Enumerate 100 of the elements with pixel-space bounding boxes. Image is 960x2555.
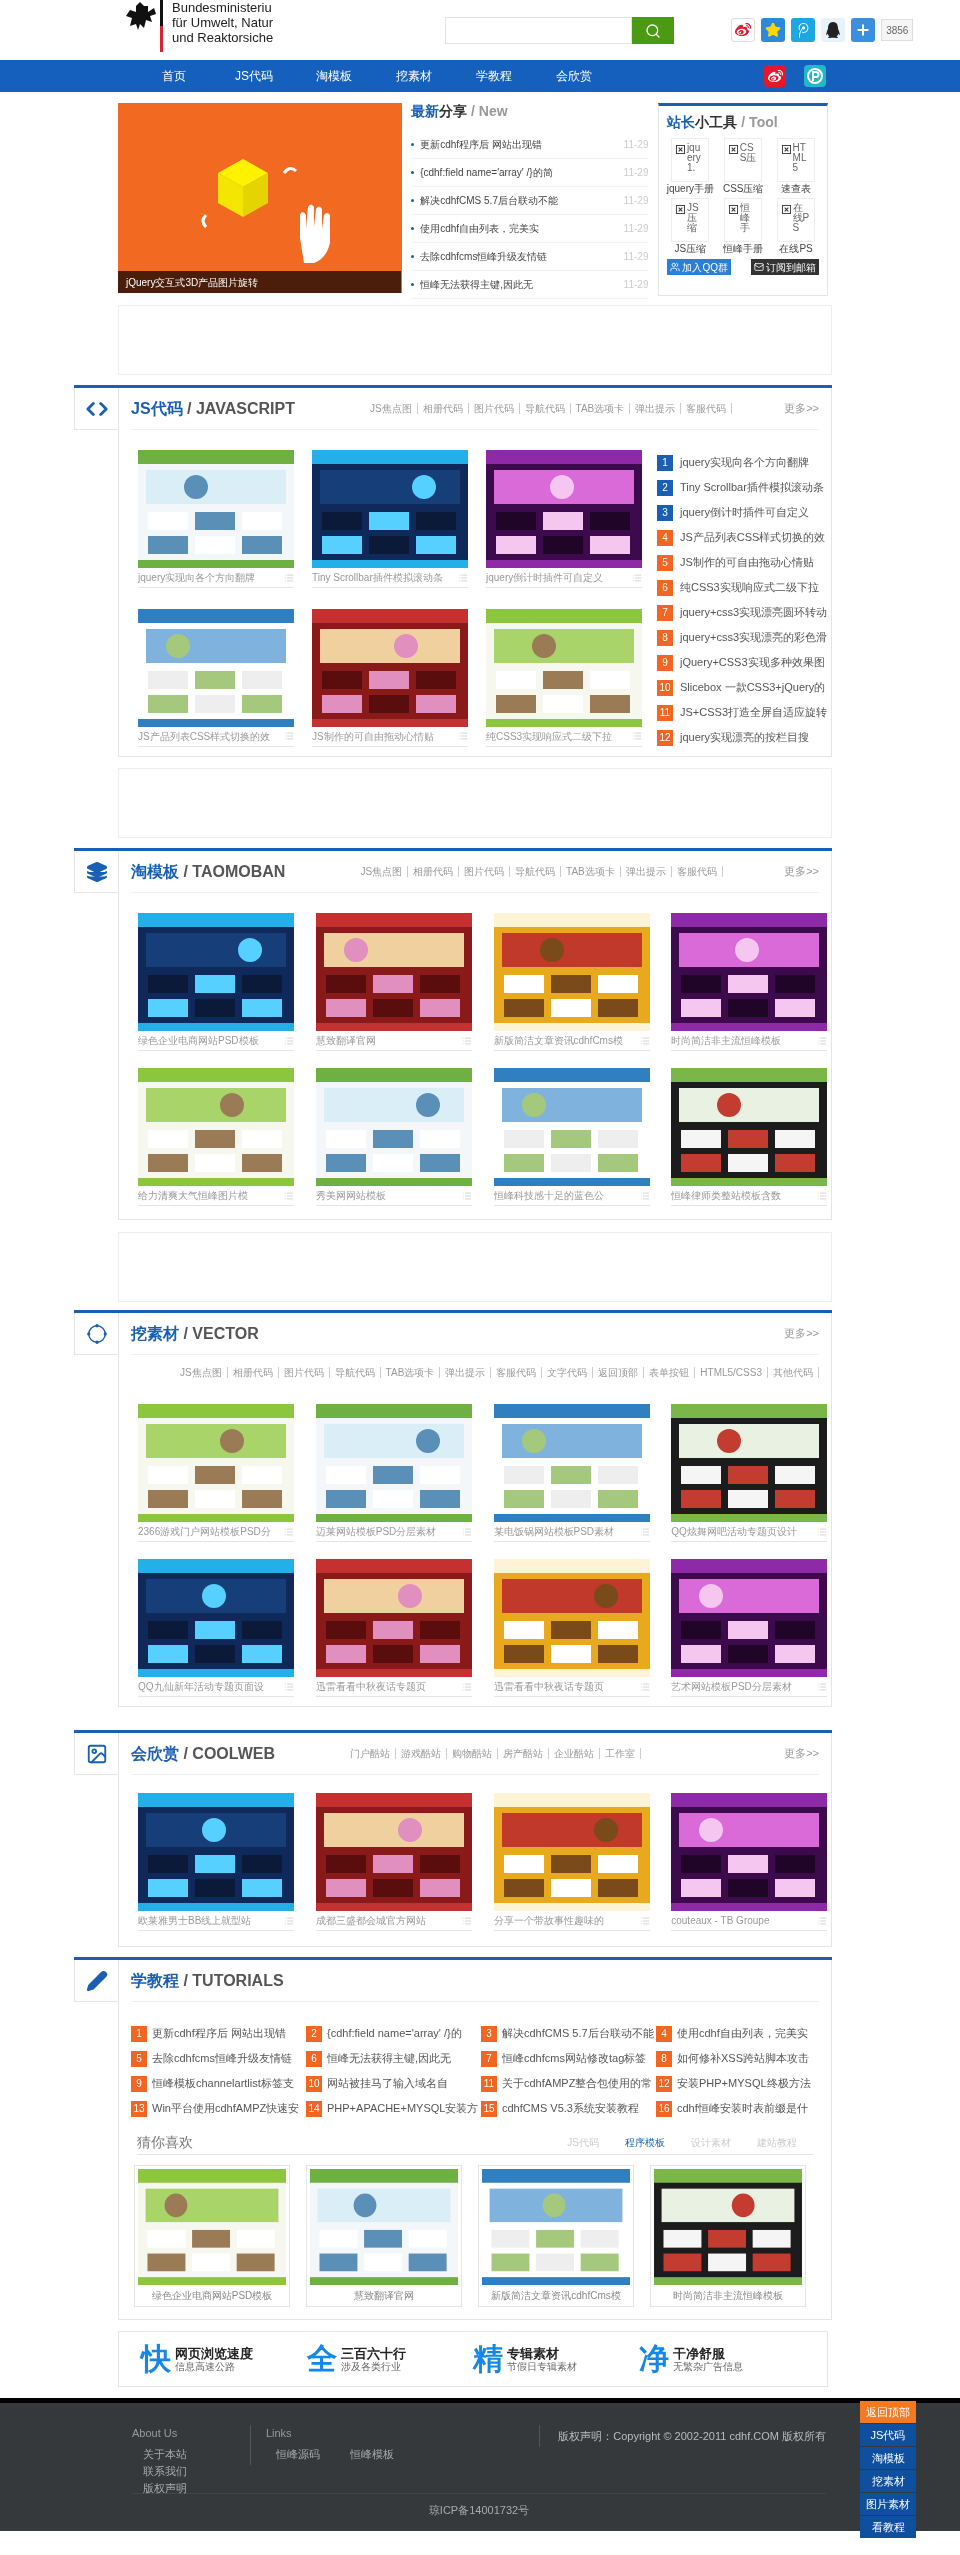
tool-tile[interactable]: 在线PS	[777, 198, 816, 242]
qq-icon[interactable]	[821, 18, 846, 42]
card-title[interactable]: 绿色企业电商网站PSD模板	[151, 2288, 273, 2303]
thumbnail-card[interactable]: 新版简洁文章资讯cdhfCms模	[478, 2165, 634, 2307]
more-link[interactable]: 更多>>	[784, 1745, 819, 1762]
card-title[interactable]: jquery倒计时插件可自定义	[486, 570, 604, 585]
news-link[interactable]: 恒峰无法获得主键,因此无	[420, 277, 533, 292]
more-link[interactable]: 更多>>	[784, 400, 819, 417]
more-link[interactable]: 更多>>	[784, 863, 819, 880]
weibo-icon[interactable]	[731, 18, 756, 42]
thumbnail-card[interactable]: 时尚简洁非主流恒峰模板	[650, 2165, 806, 2307]
news-link[interactable]: 更新cdhf程序后 网站出现错	[420, 137, 542, 152]
tool-tile[interactable]: jquery1.	[671, 138, 710, 182]
tool-tile[interactable]: JS压缩	[671, 198, 710, 242]
tag-link[interactable]: 其他代码	[768, 1367, 819, 1378]
tag-link[interactable]: 客服代码	[491, 1367, 543, 1378]
news-link[interactable]: 使用cdhf自由列表，完美实	[420, 221, 540, 236]
nav-link[interactable]: 首页	[134, 67, 214, 85]
list-link[interactable]: jquery+css3实现漂亮的彩色滑	[680, 629, 827, 646]
list-link[interactable]: jquery实现向各个方向翻牌	[680, 454, 809, 471]
weibo-icon[interactable]	[764, 65, 786, 87]
tag-link[interactable]: JS焦点图	[355, 866, 409, 877]
list-link[interactable]: jquery实现漂亮的按栏目搜	[680, 729, 809, 746]
thumbnail-card[interactable]: 绿色企业电商网站PSD模板	[134, 2165, 290, 2307]
card-title[interactable]: 新版简洁文章资讯cdhfCms模	[493, 1033, 623, 1048]
tag-link[interactable]: TAB选项卡	[570, 403, 631, 414]
tag-link[interactable]: 游戏酷站	[396, 1748, 447, 1759]
card-title[interactable]: 恒峰律师类整站模板含数	[671, 1188, 782, 1203]
tool-label[interactable]: 恒峰手册	[723, 242, 764, 256]
tag-link[interactable]: 导航代码	[510, 866, 562, 877]
list-link[interactable]: Slicebox 一款CSS3+jQuery的	[680, 679, 826, 696]
footer-link[interactable]: 关于本站	[143, 2445, 250, 2463]
footer-link[interactable]: 恒峰源码	[275, 2445, 320, 2462]
tag-link[interactable]: 弹出提示	[440, 1367, 492, 1378]
news-link[interactable]: 解决cdhfCMS 5.7后台联动不能	[420, 193, 558, 208]
side-menu-link[interactable]: 挖素材	[860, 2470, 916, 2492]
tutorial-link[interactable]: cdhf恒峰安装时表前缀是什	[677, 2100, 808, 2117]
more-link[interactable]: 更多>>	[784, 1325, 819, 1342]
card-title[interactable]: JS制作的可自由拖动心情贴	[312, 728, 434, 744]
card-title[interactable]: 时尚简洁非主流恒峰模板	[671, 1033, 782, 1048]
tutorial-link[interactable]: 如何修补XSS跨站脚本攻击	[677, 2050, 809, 2067]
card-title[interactable]: QQ九仙新年活动专题页面设	[138, 1679, 264, 1694]
card-title[interactable]: jquery实现向各个方向翻牌	[138, 570, 256, 585]
tag-link[interactable]: 图片代码	[459, 866, 511, 877]
tool-tile[interactable]: HTML5	[777, 138, 816, 182]
list-link[interactable]: jQuery+CSS3实现多种效果图	[680, 654, 825, 671]
back-to-top-button[interactable]: 返回顶部	[860, 2401, 916, 2423]
side-menu-link[interactable]: 图片素材	[860, 2493, 916, 2515]
tag-link[interactable]: 房产酷站	[498, 1748, 549, 1759]
news-link[interactable]: {cdhf:field name='array' /}的简	[420, 165, 553, 180]
search-button[interactable]	[632, 17, 675, 44]
tag-link[interactable]: 导航代码	[329, 1367, 381, 1378]
tag-link[interactable]: 相册代码	[408, 866, 460, 877]
tag-link[interactable]: JS焦点图	[364, 403, 418, 414]
tag-link[interactable]: JS焦点图	[174, 1367, 228, 1378]
nav-link[interactable]: 淘模板	[294, 67, 374, 85]
tag-link[interactable]: HTML5/CSS3	[695, 1367, 768, 1378]
tool-tile[interactable]: 恒峰手	[724, 198, 763, 242]
plus-icon[interactable]	[851, 18, 876, 42]
card-title[interactable]: couteaux - TB Groupe	[671, 1913, 770, 1928]
tag-link[interactable]: 客服代码	[681, 403, 733, 414]
tag-link[interactable]: TAB选项卡	[380, 1367, 441, 1378]
card-title[interactable]: 2366游戏门户网站模板PSD分	[138, 1524, 271, 1539]
tag-link[interactable]: 图片代码	[278, 1367, 330, 1378]
tool-label[interactable]: 在线PS	[779, 242, 813, 256]
card-title[interactable]: 迅雷看看中秋夜话专题页	[315, 1679, 426, 1694]
list-link[interactable]: jquery+css3实现漂亮圆环转动	[680, 604, 827, 621]
tag-link[interactable]: 导航代码	[519, 403, 571, 414]
card-title[interactable]: 慧致翻译官网	[354, 2288, 414, 2303]
card-title[interactable]: 迈莱网站模板PSD分层素材	[315, 1524, 437, 1539]
tool-label[interactable]: JS压缩	[674, 242, 707, 256]
card-title[interactable]: JS产品列表CSS样式切换的效	[138, 728, 271, 744]
list-link[interactable]: 纯CSS3实现响应式二级下拉	[680, 579, 819, 596]
tutorial-link[interactable]: 使用cdhf自由列表，完美实	[677, 2025, 808, 2042]
tutorial-link[interactable]: 恒峰cdhfcms网站修改tag标签	[502, 2050, 647, 2067]
tutorial-link[interactable]: cdhfCMS V5.3系统安装教程	[502, 2100, 639, 2117]
tag-link[interactable]: TAB选项卡	[561, 866, 621, 877]
card-title[interactable]: 迅雷看看中秋夜话专题页	[493, 1679, 604, 1694]
join-group-button[interactable]: 加入QQ群	[667, 259, 731, 275]
card-title[interactable]: QQ炫舞网吧活动专题页设计	[671, 1524, 797, 1539]
tag-link[interactable]: 企业酷站	[549, 1748, 600, 1759]
nav-link[interactable]: 学教程	[454, 67, 534, 85]
tag-link[interactable]: 返回顶部	[593, 1367, 645, 1378]
tutorial-link[interactable]: Win平台使用cdhfAMPZ快速安	[152, 2100, 300, 2117]
tutorial-link[interactable]: 安装PHP+MYSQL终极方法	[677, 2075, 811, 2092]
side-menu-link[interactable]: 看教程	[860, 2516, 916, 2538]
tool-label[interactable]: CSS压缩	[722, 182, 764, 196]
tag-link[interactable]: 弹出提示	[620, 866, 672, 877]
tag-link[interactable]: 购物酷站	[447, 1748, 498, 1759]
nav-link[interactable]: 挖素材	[374, 67, 454, 85]
card-title[interactable]: 某电饭锅网站模板PSD素材	[493, 1524, 615, 1539]
search-field[interactable]	[445, 17, 633, 44]
tutorial-link[interactable]: 解决cdhfCMS 5.7后台联动不能	[502, 2025, 654, 2042]
tutorial-link[interactable]: 网站被挂马了输入域名自	[327, 2075, 448, 2092]
tag-link[interactable]: 工作室	[600, 1748, 641, 1759]
tag-link[interactable]: 相册代码	[227, 1367, 279, 1378]
tag-link[interactable]: 客服代码	[671, 866, 723, 877]
footer-link[interactable]: 联系我们	[143, 2462, 250, 2480]
card-title[interactable]: Tiny Scrollbar插件模拟滚动条	[312, 570, 443, 585]
card-title[interactable]: 给力清爽大气恒峰图片模	[138, 1188, 248, 1203]
